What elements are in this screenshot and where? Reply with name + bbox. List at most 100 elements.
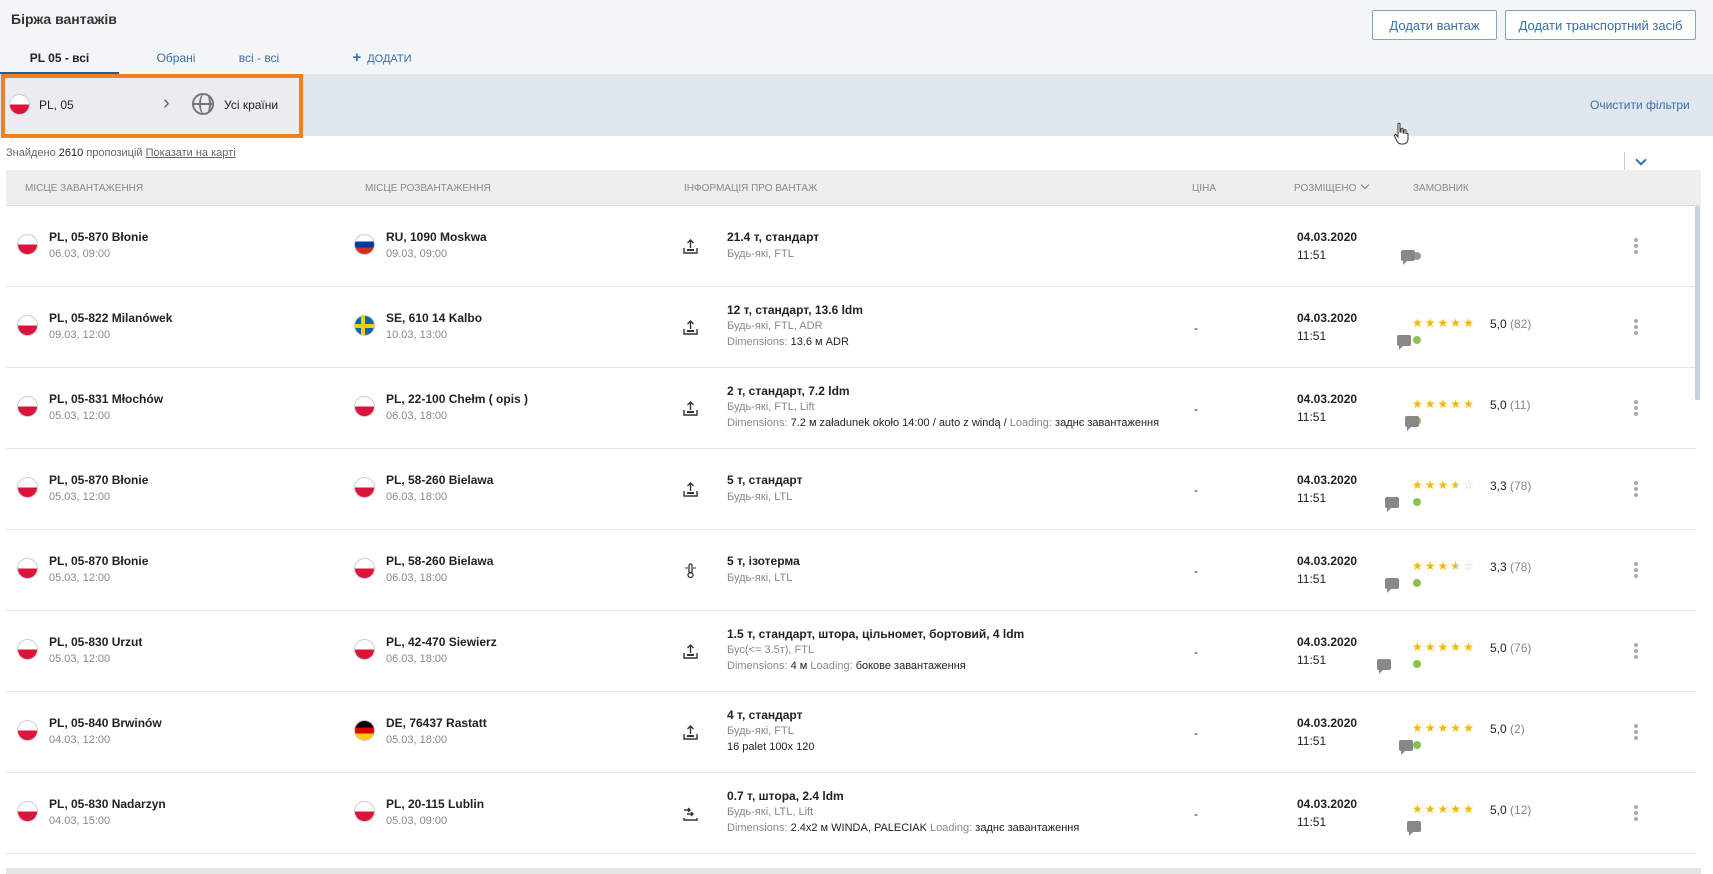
show-on-map-link[interactable]: Показати на карті: [146, 147, 236, 159]
chat-icon[interactable]: [1405, 416, 1419, 431]
star-full-icon: ★: [1437, 316, 1451, 330]
placed-date: 04.03.2020: [1297, 473, 1358, 487]
star-full-icon: ★: [1424, 640, 1438, 654]
price: -: [1194, 321, 1198, 335]
chat-icon[interactable]: [1397, 335, 1411, 350]
table-row[interactable]: PL, 05-870 Błonie 06.03, 09:00 RU, 1090 Mo…: [6, 206, 1696, 287]
column-placed[interactable]: РОЗМІЩЕНО: [1294, 180, 1370, 194]
rating-value: 5,0 (12): [1490, 803, 1531, 817]
load-date: 04.03, 15:00: [49, 815, 111, 827]
load-country-flag-icon: [17, 234, 38, 255]
star-full-icon: ★: [1412, 640, 1425, 654]
unload-place: DE, 76437 Rastatt: [386, 716, 487, 730]
dimensions-value: 4 м: [790, 660, 808, 672]
loading-value: заднє завантаження: [975, 822, 1080, 834]
load-date: 09.03, 12:00: [49, 329, 111, 341]
dimensions-value: 2.4x2 м WINDA, PALECIAK: [790, 822, 927, 834]
tab-add[interactable]: + ДОДАТИ: [337, 48, 427, 74]
placed-time: 11:51: [1297, 734, 1327, 748]
star-full-icon: ★: [1463, 721, 1476, 735]
rating-stars: ★★★★☆: [1412, 559, 1476, 573]
plus-icon: +: [352, 49, 362, 66]
star-full-icon: ★: [1437, 640, 1451, 654]
table-row[interactable]: PL, 05-822 Milanówek 09.03, 12:00 SE, 610 …: [6, 287, 1696, 368]
rating-count: (78): [1510, 560, 1532, 574]
chevron-right-icon: ›: [163, 92, 170, 114]
table-row[interactable]: PL, 05-830 Nadarzyn 04.03, 15:00 PL, 20-11…: [6, 773, 1696, 854]
tab-pl05-all[interactable]: PL 05 - всі: [0, 48, 119, 74]
more-options-icon[interactable]: [1634, 400, 1638, 418]
star-full-icon: ★: [1412, 721, 1425, 735]
chat-icon[interactable]: [1385, 578, 1399, 593]
chat-icon[interactable]: [1401, 250, 1415, 265]
more-options-icon[interactable]: [1634, 481, 1638, 499]
unload-place: PL, 42-470 Siewierz: [386, 635, 497, 649]
more-options-icon[interactable]: [1634, 562, 1638, 580]
star-full-icon: ★: [1463, 316, 1476, 330]
online-status-dot: [1413, 579, 1421, 587]
chevron-down-icon[interactable]: [1624, 152, 1648, 170]
star-full-icon: ★: [1424, 397, 1438, 411]
chat-icon[interactable]: [1377, 659, 1391, 674]
table-row[interactable]: PL, 05-870 Błonie 05.03, 12:00 PL, 58-260 …: [6, 530, 1696, 611]
clear-filters-link[interactable]: Очистити фільтри: [1590, 98, 1690, 112]
rating-stars: ★★★★★: [1412, 640, 1476, 654]
add-cargo-button[interactable]: Додати вантаж: [1372, 10, 1497, 40]
unload-place: SE, 610 14 Kalbo: [386, 311, 483, 325]
table-row[interactable]: PL, 05-840 Brwinów 04.03, 12:00 DE, 76437 …: [6, 692, 1696, 773]
more-options-icon[interactable]: [1634, 643, 1638, 661]
placed-time: 11:51: [1297, 653, 1327, 667]
load-date: 05.03, 12:00: [49, 572, 111, 584]
rating-value: 5,0 (76): [1490, 641, 1531, 655]
loading-label: Loading:: [810, 660, 853, 672]
table-row[interactable]: PL, 05-870 Błonie 05.03, 12:00 PL, 58-260 …: [6, 449, 1696, 530]
online-status-dot: [1413, 741, 1421, 749]
more-options-icon[interactable]: [1634, 238, 1638, 256]
star-full-icon: ★: [1424, 559, 1438, 573]
column-load: МІСЦЕ ЗАВАНТАЖЕННЯ: [25, 183, 144, 194]
column-unload: МІСЦЕ РОЗВАНТАЖЕННЯ: [365, 183, 491, 194]
load-country-flag-icon: [17, 639, 38, 660]
load-place: PL, 05-830 Nadarzyn: [49, 797, 166, 811]
placed-date: 04.03.2020: [1297, 716, 1358, 730]
cargo-title: 2 т, стандарт, 7.2 ldm: [727, 384, 850, 398]
rating-stars: ★★★★★: [1412, 397, 1476, 411]
page-title: Біржа вантажів: [11, 11, 117, 27]
online-status-dot: [1413, 498, 1421, 506]
star-full-icon: ★: [1450, 397, 1464, 411]
scrollbar[interactable]: [1695, 206, 1700, 400]
unload-country-flag-icon: [354, 801, 375, 822]
table-row[interactable]: PL, 05-831 Młochów 05.03, 12:00 PL, 22-100…: [6, 368, 1696, 449]
star-full-icon: ★: [1463, 640, 1476, 654]
add-vehicle-button[interactable]: Додати транспортний засіб: [1505, 10, 1696, 40]
chat-icon[interactable]: [1385, 497, 1399, 512]
filter-from[interactable]: PL, 05: [39, 98, 74, 112]
tab-all-all[interactable]: всі - всі: [225, 48, 293, 74]
chat-icon[interactable]: [1407, 821, 1421, 836]
load-date: 05.03, 12:00: [49, 410, 111, 422]
unload-country-flag-icon: [354, 720, 375, 741]
filter-to[interactable]: Усі країни: [224, 98, 278, 112]
rating-value: 3,3 (78): [1490, 560, 1531, 574]
unload-date: 06.03, 18:00: [386, 653, 448, 665]
cargo-details: 16 palet 100x 120: [727, 741, 814, 753]
table-row[interactable]: PL, 05-830 Urzut 05.03, 12:00 PL, 42-470 S…: [6, 611, 1696, 692]
unload-date: 06.03, 18:00: [386, 410, 448, 422]
more-options-icon[interactable]: [1634, 724, 1638, 742]
chat-icon[interactable]: [1399, 740, 1413, 755]
tab-add-label: ДОДАТИ: [367, 53, 412, 65]
load-country-flag-icon: [17, 477, 38, 498]
price: -: [1194, 807, 1198, 821]
rating-score: 5,0: [1490, 803, 1507, 817]
placed-date: 04.03.2020: [1297, 554, 1358, 568]
tab-favorites[interactable]: Обрані: [130, 48, 222, 74]
more-options-icon[interactable]: [1634, 805, 1638, 823]
loading-label: Loading:: [1009, 417, 1052, 429]
more-options-icon[interactable]: [1634, 319, 1638, 337]
cargo-subtitle: Будь-які, FTL: [727, 725, 794, 737]
top-bar: Біржа вантажів Додати вантаж Додати тран…: [0, 0, 1713, 74]
cargo-load-icon: [683, 401, 698, 416]
route-filter[interactable]: PL, 05 › Усі країни: [1, 74, 303, 138]
load-country-flag-icon: [17, 801, 38, 822]
unload-date: 10.03, 13:00: [386, 329, 448, 341]
